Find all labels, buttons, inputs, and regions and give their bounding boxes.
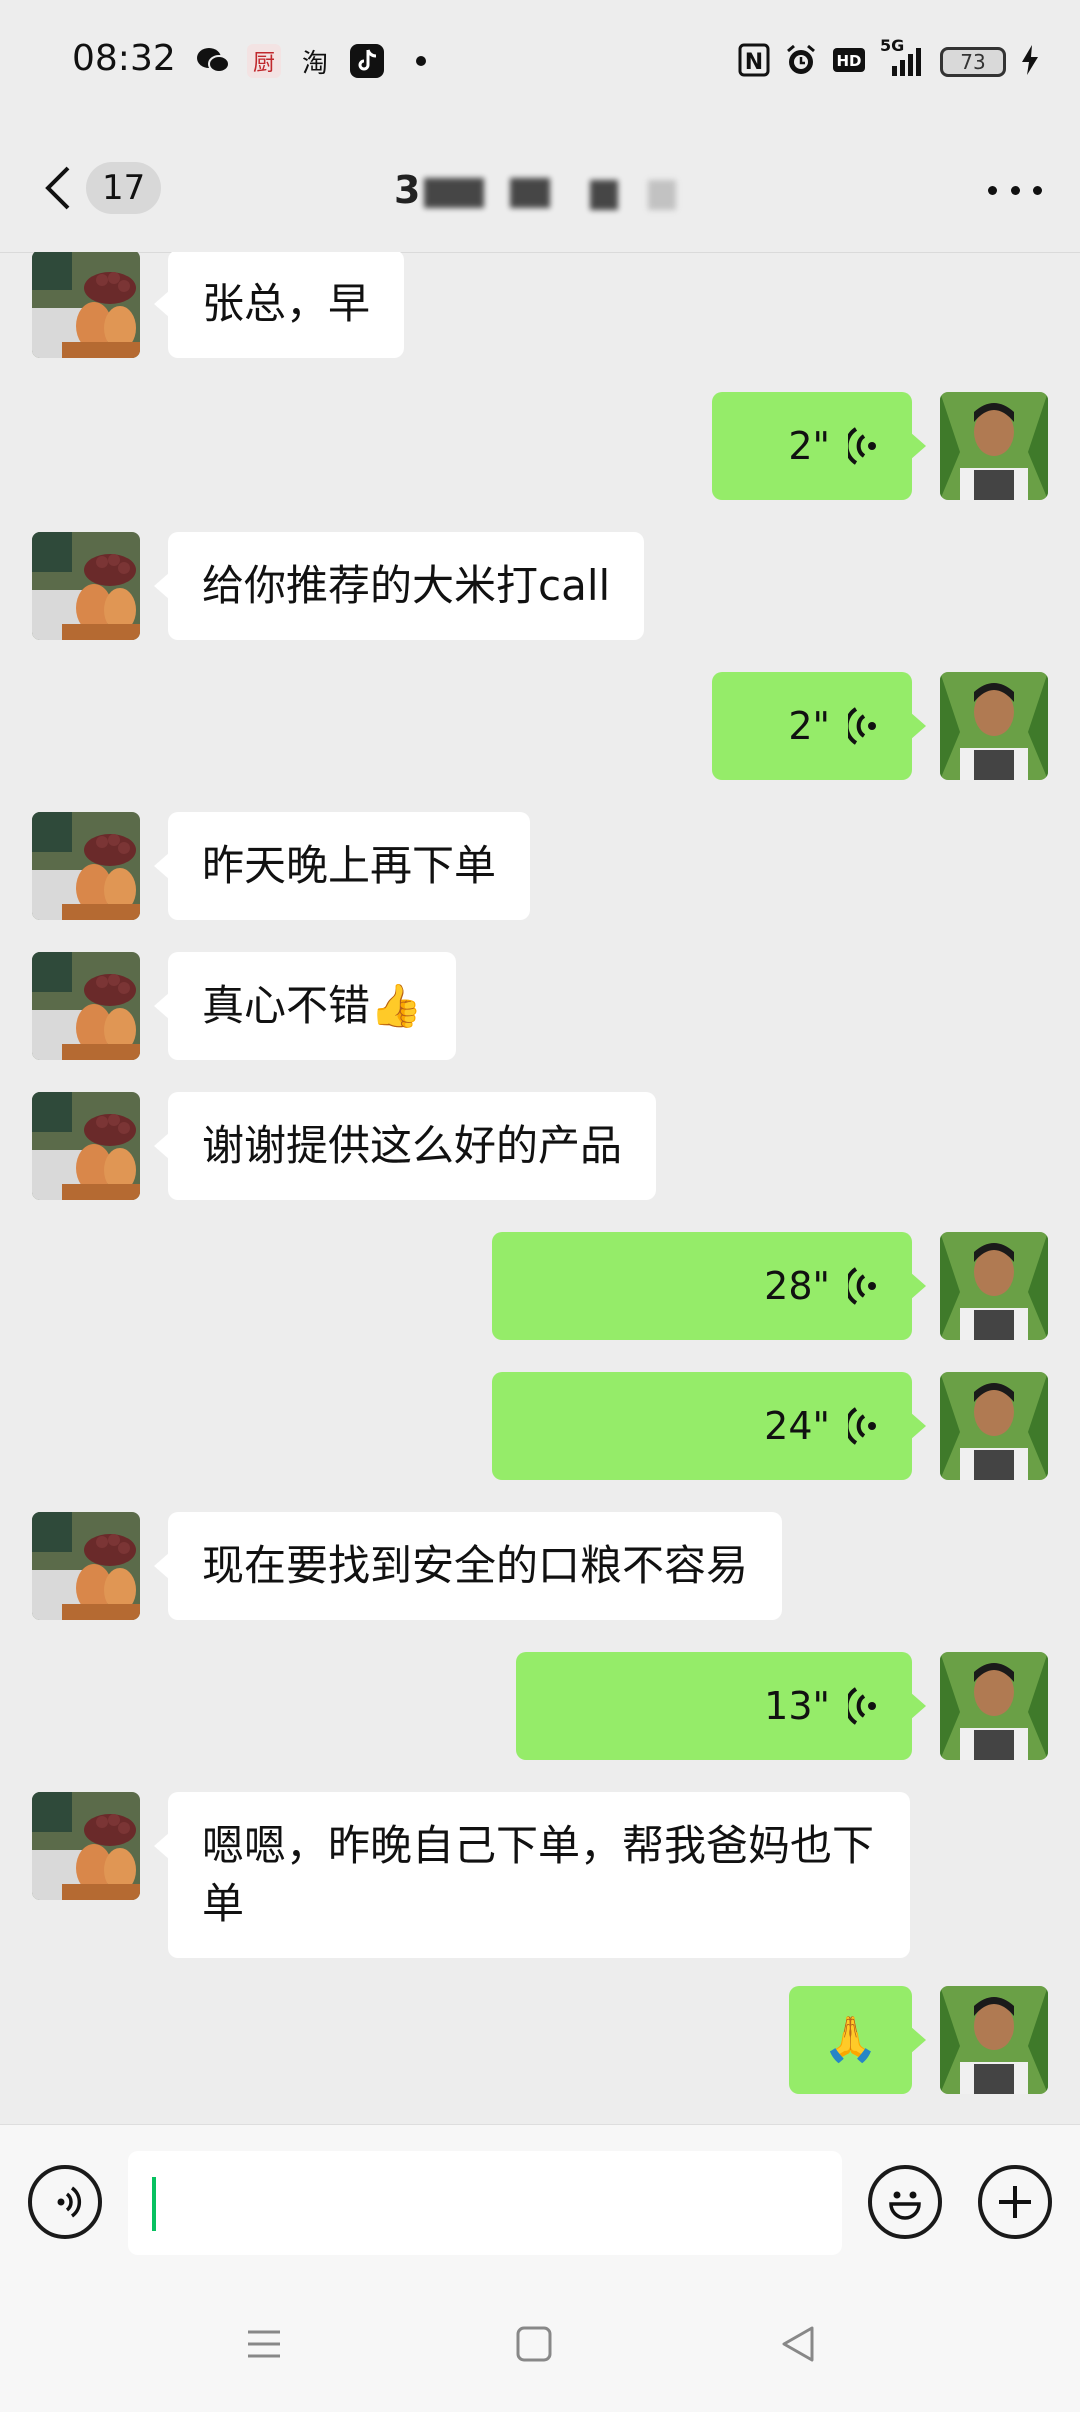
svg-text:N: N	[745, 50, 763, 75]
contact-avatar[interactable]	[32, 812, 140, 920]
back-arrow-icon[interactable]	[38, 162, 78, 214]
message-outgoing: 🙏	[761, 1986, 1048, 2094]
chat-header: 17 3	[0, 130, 1080, 253]
message-text-bubble[interactable]: 张总，早	[153, 252, 405, 358]
alarm-icon	[784, 43, 818, 81]
svg-text:HD: HD	[836, 52, 861, 70]
voice-wave-icon	[848, 707, 876, 745]
emoji-button[interactable]	[868, 2165, 942, 2239]
hd-icon: HD	[832, 45, 866, 79]
menu-icon[interactable]	[244, 2324, 284, 2368]
more-actions-button[interactable]	[978, 2165, 1052, 2239]
message-text-bubble[interactable]: 给你推荐的大米打call	[153, 532, 645, 640]
voice-message-bubble[interactable]: 24"	[492, 1372, 926, 1480]
message-text-bubble[interactable]: 现在要找到安全的口粮不容易	[153, 1512, 783, 1620]
redacted-name-block	[424, 178, 484, 208]
contact-avatar[interactable]	[32, 252, 140, 358]
message-text-bubble[interactable]: 谢谢提供这么好的产品	[153, 1092, 657, 1200]
voice-message-bubble[interactable]: 13"	[516, 1652, 926, 1760]
voice-wave-icon	[848, 427, 876, 465]
voice-duration: 2"	[788, 704, 830, 748]
contact-avatar[interactable]	[32, 1092, 140, 1200]
message-outgoing: 2"	[684, 392, 1048, 500]
chat-title-text: 3	[394, 168, 421, 212]
taobao-icon: 淘	[301, 48, 328, 79]
plus-icon	[999, 2186, 1031, 2218]
nfc-icon: N	[738, 43, 770, 81]
voice-message-bubble[interactable]: 2"	[712, 672, 926, 780]
redacted-name-block	[590, 180, 618, 210]
wechat-icon	[196, 44, 230, 78]
message-incoming: 现在要找到安全的口粮不容易	[32, 1512, 810, 1620]
voice-message-bubble[interactable]: 28"	[492, 1232, 926, 1340]
tiktok-icon	[350, 44, 384, 78]
voice-wave-icon	[848, 1687, 876, 1725]
status-time: 08:32	[72, 38, 176, 79]
voice-duration: 28"	[764, 1264, 830, 1308]
self-avatar[interactable]	[940, 392, 1048, 500]
voice-duration: 2"	[788, 424, 830, 468]
voice-message-bubble[interactable]: 2"	[712, 392, 926, 500]
self-avatar[interactable]	[940, 1372, 1048, 1480]
emoji-message-bubble[interactable]: 🙏	[789, 1986, 926, 2094]
signal-icon: 5G	[880, 36, 926, 82]
home-icon[interactable]	[514, 2324, 554, 2368]
system-navigation-bar	[0, 2284, 1080, 2412]
self-avatar[interactable]	[940, 672, 1048, 780]
message-text-bubble[interactable]: 嗯嗯，昨晚自己下单，帮我爸妈也下单	[154, 1792, 910, 1958]
message-input[interactable]	[128, 2151, 842, 2255]
message-list[interactable]: 张总，早 2" 给你推荐的大米打call 2" 昨天晚上再下单 真心不错👍 谢谢…	[0, 252, 1080, 2124]
voice-mode-icon	[57, 2186, 82, 2218]
unread-count-badge[interactable]: 17	[86, 162, 162, 214]
network-type: 5G	[880, 36, 905, 55]
message-outgoing: 13"	[488, 1652, 1048, 1760]
voice-wave-icon	[848, 1267, 876, 1305]
status-bar: 08:32 厨 淘 N HD 5G 73	[0, 0, 1080, 130]
voice-duration: 24"	[764, 1404, 830, 1448]
voice-input-button[interactable]	[28, 2165, 102, 2239]
message-text-bubble[interactable]: 昨天晚上再下单	[153, 812, 531, 920]
message-incoming: 给你推荐的大米打call	[32, 532, 672, 640]
self-avatar[interactable]	[940, 1652, 1048, 1760]
message-outgoing: 2"	[684, 672, 1048, 780]
message-incoming: 嗯嗯，昨晚自己下单，帮我爸妈也下单	[32, 1792, 938, 1958]
notification-dot-icon	[404, 44, 438, 78]
chef-app-icon: 厨	[247, 44, 281, 78]
message-input-bar	[0, 2124, 1080, 2285]
contact-avatar[interactable]	[32, 1512, 140, 1620]
chat-title: 3	[390, 168, 690, 212]
contact-avatar[interactable]	[32, 952, 140, 1060]
redacted-name-block	[510, 178, 550, 208]
status-right-icons: N HD 5G 73	[738, 36, 1040, 84]
voice-wave-icon	[848, 1407, 876, 1445]
redacted-name-block	[648, 180, 676, 210]
message-incoming: 张总，早	[32, 252, 432, 358]
message-incoming: 谢谢提供这么好的产品	[32, 1092, 684, 1200]
contact-avatar[interactable]	[32, 1792, 140, 1900]
more-options-icon[interactable]	[988, 180, 1042, 200]
message-incoming: 真心不错👍	[32, 952, 484, 1060]
message-text-bubble[interactable]: 真心不错👍	[153, 952, 457, 1060]
self-avatar[interactable]	[940, 1986, 1048, 2094]
emoji-icon	[889, 2191, 921, 2220]
message-incoming: 昨天晚上再下单	[32, 812, 558, 920]
text-caret	[152, 2177, 156, 2231]
message-outgoing: 24"	[464, 1372, 1048, 1480]
battery-icon: 73	[940, 47, 1006, 77]
voice-duration: 13"	[764, 1684, 830, 1728]
message-outgoing: 28"	[464, 1232, 1048, 1340]
self-avatar[interactable]	[940, 1232, 1048, 1340]
back-icon[interactable]	[778, 2324, 818, 2368]
charging-icon	[1020, 43, 1040, 81]
contact-avatar[interactable]	[32, 532, 140, 640]
